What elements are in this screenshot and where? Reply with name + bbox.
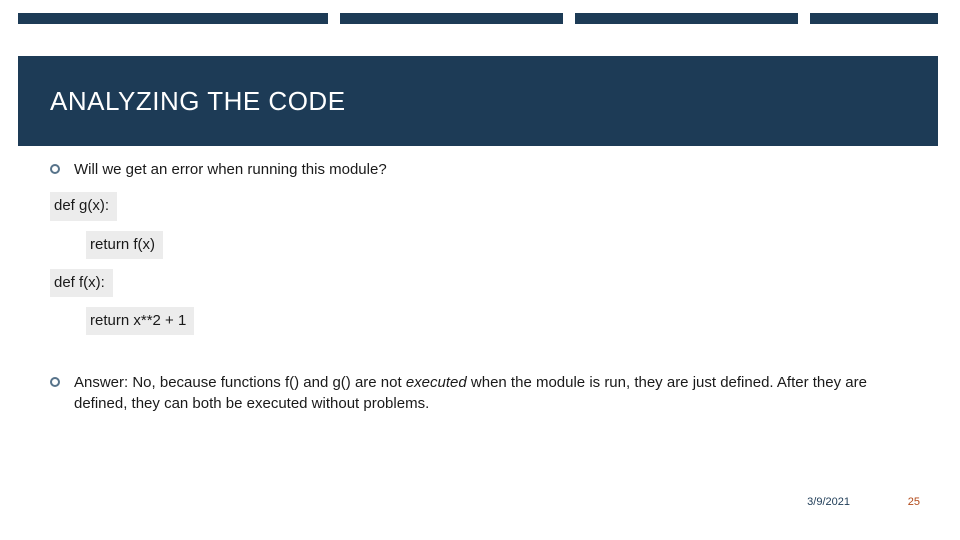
code-line: def f(x): (50, 269, 113, 297)
footer-page-number: 25 (908, 496, 920, 508)
tab-gap (563, 13, 575, 24)
content-area: Will we get an error when running this m… (50, 160, 910, 426)
footer-date: 3/9/2021 (807, 496, 850, 508)
top-accent-tabs (18, 13, 938, 24)
bullet-icon (50, 377, 60, 387)
title-band: ANALYZING THE CODE (18, 56, 938, 146)
tab-gap (798, 13, 810, 24)
slide: ANALYZING THE CODE Will we get an error … (0, 0, 960, 540)
bullet-text: Answer: No, because functions f() and g(… (74, 373, 910, 414)
bullet-question: Will we get an error when running this m… (50, 160, 910, 180)
code-line: return x**2 + 1 (86, 307, 194, 335)
code-block: def g(x): return f(x) def f(x): return x… (50, 192, 910, 345)
tab-segment (810, 13, 938, 24)
bullet-icon (50, 164, 60, 174)
code-line: return f(x) (86, 231, 163, 259)
answer-prefix: Answer: No, because functions f() and g(… (74, 374, 406, 391)
tab-segment (575, 13, 798, 24)
slide-title: ANALYZING THE CODE (18, 86, 346, 117)
answer-emph: executed (406, 374, 467, 391)
code-line: def g(x): (50, 192, 117, 220)
bullet-answer: Answer: No, because functions f() and g(… (50, 373, 910, 414)
tab-segment (18, 13, 328, 24)
tab-gap (328, 13, 340, 24)
bullet-text: Will we get an error when running this m… (74, 160, 910, 180)
tab-segment (340, 13, 563, 24)
